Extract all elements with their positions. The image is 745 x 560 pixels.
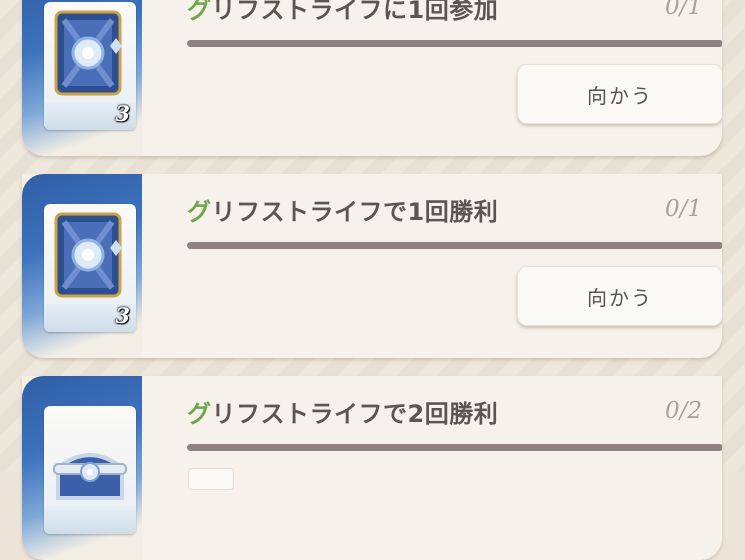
title-accent: グ (187, 0, 212, 24)
progress-bar (187, 242, 722, 249)
mission-title: グリフストライフで1回勝利 (187, 192, 498, 227)
reward-item[interactable] (44, 406, 136, 534)
reward-item-base (44, 506, 136, 534)
reward-quantity: 3 (115, 101, 130, 126)
progress-bar (187, 40, 722, 47)
go-button[interactable]: 向かう (517, 64, 722, 124)
treasure-chest-icon (53, 453, 127, 500)
mission-progress-count: 0/1 (664, 0, 702, 20)
title-accent: グ (187, 198, 212, 226)
mission-title: グリフストライフに1回参加 (187, 0, 498, 25)
progress-bar (187, 444, 722, 451)
reward-item[interactable]: 3 (44, 204, 136, 332)
title-text: リフストライフで2回勝利 (211, 400, 499, 428)
reward-item[interactable]: 3 (44, 2, 136, 130)
title-text: リフストライフで1回勝利 (211, 198, 499, 226)
title-accent: グ (187, 400, 212, 428)
mission-title: グリフストライフで2回勝利 (187, 394, 498, 429)
title-text: リフストライフに1回参加 (211, 0, 499, 24)
reward-quantity: 3 (115, 303, 130, 328)
blue-book-icon (54, 10, 122, 96)
mission-card: 3 グリフストライフで1回勝利 0/1 向かう (22, 174, 722, 358)
mission-card: 3 グリフストライフに1回参加 0/1 向かう (22, 0, 722, 156)
mission-card: グリフストライフで2回勝利 0/2 (22, 376, 722, 560)
mission-progress-count: 0/1 (664, 196, 702, 222)
blue-book-icon (54, 212, 122, 298)
reward-slot (188, 468, 234, 490)
go-button[interactable]: 向かう (517, 266, 722, 326)
mission-progress-count: 0/2 (664, 398, 702, 424)
